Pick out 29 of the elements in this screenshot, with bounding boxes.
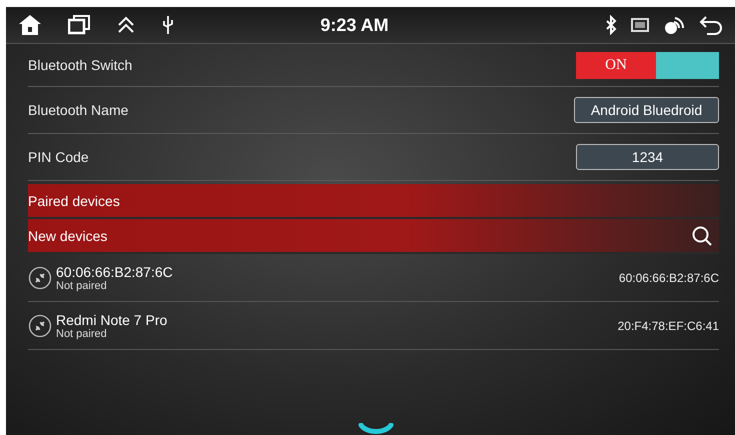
signal-icon: [663, 14, 685, 36]
section-title: New devices: [28, 228, 108, 244]
text-field[interactable]: Android Bluedroid: [574, 97, 719, 123]
device-name: Redmi Note 7 Pro: [56, 312, 168, 328]
section-header[interactable]: New devices: [28, 219, 719, 254]
back-icon[interactable]: [699, 15, 723, 35]
text-field[interactable]: 1234: [576, 144, 719, 170]
device-address: 20:F4:78:EF:C6:41: [618, 318, 719, 332]
home-icon[interactable]: [18, 14, 42, 36]
section-header[interactable]: Paired devices: [28, 184, 719, 219]
section-title: Paired devices: [28, 192, 120, 208]
setting-label: PIN Code: [28, 149, 89, 165]
setting-label: Bluetooth Name: [28, 102, 128, 118]
bluetooth-icon: [605, 15, 617, 35]
device-status: Not paired: [56, 328, 108, 340]
usb-icon: [162, 15, 174, 35]
cast-icon: [631, 17, 649, 33]
device-address: 60:06:66:B2:87:6C: [618, 270, 719, 284]
toggle-switch[interactable]: ON: [576, 52, 719, 78]
device-row[interactable]: Redmi Note 7 Pro Not paired 20:F4:78:EF:C6:41: [28, 302, 719, 350]
device-status: Not paired: [56, 280, 108, 292]
double-chevron-up-icon[interactable]: [116, 16, 136, 34]
loading-spinner-icon: [358, 423, 394, 435]
device-row[interactable]: 60:06:66:B2:87:6C Not paired 60:06:66:B2:87:6C: [28, 254, 719, 302]
clock-time: 9:23 AM: [319, 14, 390, 36]
recent-apps-icon[interactable]: [68, 15, 90, 35]
device-name: 60:06:66:B2:87:6C: [56, 264, 174, 280]
search-icon[interactable]: [691, 224, 713, 246]
setting-label: Bluetooth Switch: [28, 57, 132, 73]
